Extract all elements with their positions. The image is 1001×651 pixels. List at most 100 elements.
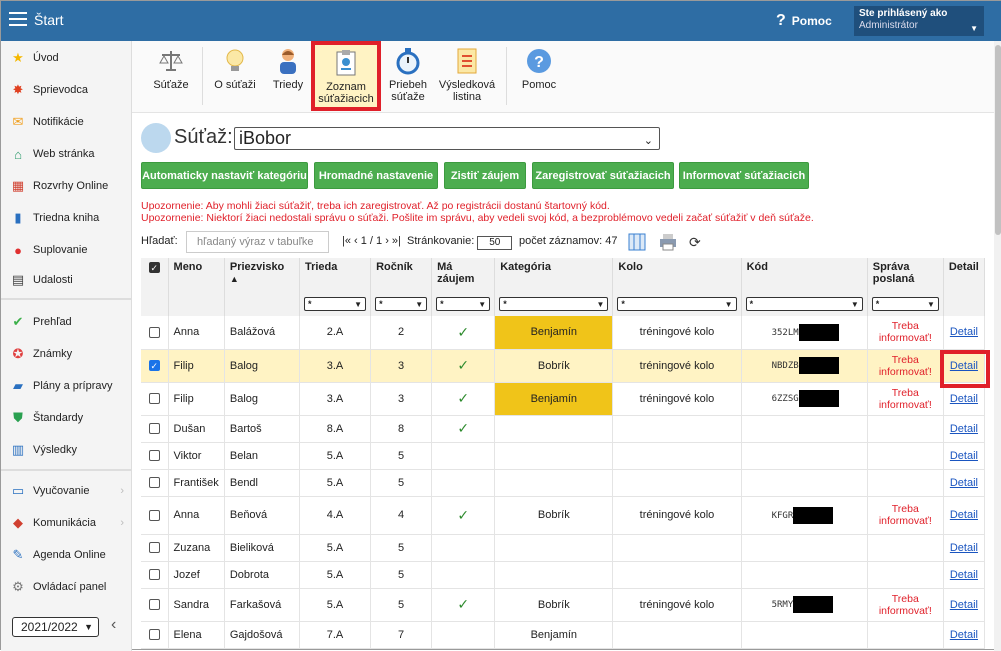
row-checkbox[interactable] [148, 450, 160, 462]
row-checkbox[interactable] [148, 569, 160, 581]
user-menu[interactable]: Ste prihlásený ako Administrátor ▼ [854, 6, 984, 36]
sidebar-item-vyucovanie[interactable]: ▭ Vyučovanie › [1, 476, 132, 506]
filter-sprava[interactable]: * ▼ [867, 295, 944, 316]
detail-link[interactable]: Detail [950, 509, 978, 521]
collapse-sidebar-icon[interactable]: ‹ [111, 616, 116, 634]
row-checkbox-cell[interactable] [141, 415, 169, 443]
table-row[interactable]: Anna Beňová 4.A 4 ✓ Bobrík tréningové kolo KFGR… [141, 496, 986, 535]
filter-kolo[interactable]: * ▼ [612, 295, 742, 316]
col-zaujem[interactable]: Má záujem [431, 258, 496, 295]
col-kolo[interactable]: Kolo [612, 258, 742, 295]
sidebar-item-prehlad[interactable]: ✔ Prehľad [1, 307, 132, 337]
toolbar-triedy[interactable]: Triedy [268, 47, 308, 91]
competition-select[interactable]: iBobor ⌄ [234, 127, 660, 150]
hamburger-menu-icon[interactable] [9, 12, 27, 28]
table-row[interactable]: František Bendl 5.A 5 Detail [141, 469, 986, 497]
filter-kod[interactable]: * ▼ [741, 295, 868, 316]
table-row[interactable]: Filip Balog 3.A 3 ✓ Benjamín tréningové kolo 6Z… [141, 382, 986, 416]
table-row[interactable]: ✓ Filip Balog 3.A 3 ✓ Bobrík tréningové kolo NBD… [141, 349, 986, 383]
register-button[interactable]: Zaregistrovať súťažiacich [532, 162, 674, 189]
toolbar-pomoc[interactable]: ? Pomoc [518, 47, 560, 91]
row-checkbox[interactable] [148, 326, 160, 338]
sidebar-item-uvod[interactable]: ★ Úvod [1, 43, 132, 73]
select-all-header[interactable]: ✓ [141, 258, 169, 295]
detail-link[interactable]: Detail [950, 542, 978, 554]
toolbar-vysledkova-listina[interactable]: Výsledková listina [435, 47, 499, 103]
sidebar-item-ovladaci-panel[interactable]: ⚙ Ovládací panel [1, 572, 132, 602]
table-row[interactable]: Dušan Bartoš 8.A 8 ✓ Detail [141, 415, 986, 443]
sidebar-item-rozvrhy[interactable]: ▦ Rozvrhy Online [1, 171, 132, 201]
filter-trieda[interactable]: * ▼ [299, 295, 372, 316]
help-button[interactable]: ? Pomoc [776, 12, 832, 30]
detail-link[interactable]: Detail [950, 599, 978, 611]
row-checkbox-cell[interactable] [141, 496, 169, 535]
filter-zaujem[interactable]: * ▼ [431, 295, 496, 316]
col-kategoria[interactable]: Kategória [494, 258, 614, 295]
sidebar-item-znamky[interactable]: ✪ Známky [1, 339, 132, 369]
row-checkbox[interactable]: ✓ [148, 360, 160, 372]
sidebar-item-agenda[interactable]: ✎ Agenda Online [1, 540, 132, 570]
inform-button[interactable]: Informovať súťažiacich [679, 162, 809, 189]
detail-link[interactable]: Detail [950, 393, 978, 405]
table-row[interactable]: Elena Gajdošová 7.A 7 Benjamín Detail [141, 621, 986, 649]
sidebar-item-komunikacia[interactable]: ◆ Komunikácia › [1, 508, 132, 538]
table-row[interactable]: Sandra Farkašová 5.A 5 ✓ Bobrík tréningové kol… [141, 588, 986, 622]
columns-icon[interactable] [628, 233, 646, 251]
table-row[interactable]: Anna Balážová 2.A 2 ✓ Benjamín tréningové kolo… [141, 316, 986, 350]
row-checkbox[interactable] [148, 393, 160, 405]
table-row[interactable]: Viktor Belan 5.A 5 Detail [141, 442, 986, 470]
col-meno[interactable]: Meno [168, 258, 225, 295]
row-checkbox-cell[interactable] [141, 382, 169, 416]
refresh-icon[interactable]: ⟳ [689, 234, 707, 252]
col-sprava[interactable]: Správa poslaná [867, 258, 944, 295]
row-checkbox[interactable] [148, 599, 160, 611]
app-title[interactable]: Štart [34, 12, 64, 28]
sidebar-item-udalosti[interactable]: ▤ Udalosti [1, 265, 132, 295]
filter-kategoria[interactable]: * ▼ [494, 295, 614, 316]
row-checkbox-cell[interactable] [141, 561, 169, 589]
print-icon[interactable] [659, 233, 677, 251]
auto-category-button[interactable]: Automaticky nastaviť kategóriu [141, 162, 308, 189]
row-checkbox-cell[interactable] [141, 469, 169, 497]
search-input[interactable]: hľadaný výraz v tabuľke [186, 231, 329, 253]
row-checkbox-cell[interactable] [141, 316, 169, 350]
col-trieda[interactable]: Trieda [299, 258, 372, 295]
sidebar-item-vysledky[interactable]: ▥ Výsledky [1, 435, 132, 465]
sidebar-item-suplovanie[interactable]: ● Suplovanie [1, 235, 132, 265]
toolbar-zoznam-sutaziacich[interactable]: Zoznam súťažiacich [311, 41, 381, 111]
scrollbar-thumb[interactable] [995, 45, 1001, 235]
detail-link[interactable]: Detail [950, 569, 978, 581]
detail-link[interactable]: Detail [950, 450, 978, 462]
detail-link[interactable]: Detail [950, 629, 978, 641]
detail-link[interactable]: Detail [950, 326, 978, 338]
sidebar-item-sprievodca[interactable]: ✸ Sprievodca [1, 75, 132, 105]
row-checkbox-cell[interactable] [141, 534, 169, 562]
filter-rocnik[interactable]: * ▼ [370, 295, 433, 316]
bulk-settings-button[interactable]: Hromadné nastavenie [314, 162, 438, 189]
row-checkbox[interactable] [148, 509, 160, 521]
row-checkbox[interactable] [148, 477, 160, 489]
sidebar-item-standardy[interactable]: ⛊ Štandardy [1, 403, 132, 433]
sidebar-item-notifikacie[interactable]: ✉ Notifikácie [1, 107, 132, 137]
row-checkbox-cell[interactable]: ✓ [141, 349, 169, 383]
col-rocnik[interactable]: Ročník [370, 258, 433, 295]
page-size-select[interactable]: 50 [477, 236, 513, 250]
row-checkbox[interactable] [148, 423, 160, 435]
detail-link[interactable]: Detail [950, 477, 978, 489]
col-priezvisko[interactable]: Priezvisko ▲ [224, 258, 300, 295]
toolbar-priebeh-sutaze[interactable]: Priebeh súťaže [386, 47, 430, 103]
toolbar-sutaze[interactable]: Súťaže [150, 47, 192, 91]
school-year-select[interactable]: 2021/2022 ▼ [12, 617, 99, 637]
detail-link[interactable]: Detail [950, 423, 978, 435]
page-scrollbar[interactable] [994, 41, 1001, 651]
row-checkbox[interactable] [148, 629, 160, 641]
sidebar-item-triedna-kniha[interactable]: ▮ Triedna kniha [1, 203, 132, 233]
find-interest-button[interactable]: Zistiť záujem [444, 162, 526, 189]
toolbar-o-sutazi[interactable]: O súťaži [212, 47, 258, 91]
select-all-checkbox[interactable]: ✓ [148, 261, 160, 273]
row-checkbox[interactable] [148, 542, 160, 554]
sidebar-item-plany[interactable]: ▰ Plány a prípravy [1, 371, 132, 401]
row-checkbox-cell[interactable] [141, 442, 169, 470]
pager-nav[interactable]: |« ‹ 1 / 1 › »| [342, 235, 401, 247]
table-row[interactable]: Jozef Dobrota 5.A 5 Detail [141, 561, 986, 589]
